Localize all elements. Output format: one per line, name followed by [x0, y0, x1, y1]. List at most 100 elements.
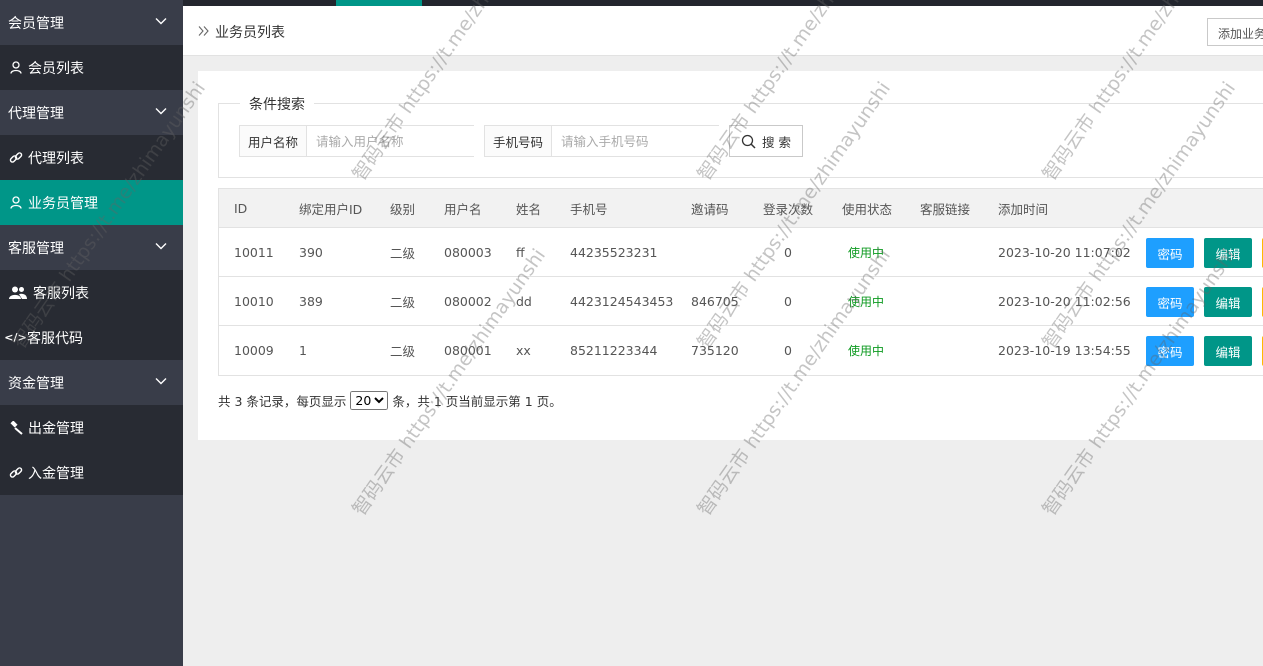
col-id: ID: [234, 200, 248, 216]
edit-button[interactable]: 编辑: [1204, 336, 1252, 366]
cell-phone: 4423124543453: [570, 293, 674, 309]
sidebar-group-label: 会员管理: [8, 15, 64, 32]
cell-name: xx: [516, 343, 531, 358]
cell-name: ff: [516, 244, 525, 260]
sidebar-item-label: 客服代码: [27, 330, 83, 347]
search-button-label: 搜 索: [762, 134, 791, 150]
link-icon: [8, 466, 24, 480]
chevron-down-icon: [155, 378, 167, 385]
col-created-at: 添加时间: [998, 201, 1049, 217]
phone-label: 手机号码: [485, 126, 553, 156]
cell-created-at: 2023-10-20 11:02:56: [998, 293, 1131, 309]
sidebar-group-label: 代理管理: [8, 105, 64, 122]
pager-suffix: 条，共 1 页当前显示第 1 页。: [392, 394, 562, 409]
password-button[interactable]: 密码: [1146, 336, 1194, 366]
cell-bound-user-id: 389: [299, 293, 323, 309]
table-row: 10010 389 二级 080002 dd 4423124543453 846…: [219, 277, 1263, 326]
cell-username: 080003: [444, 244, 492, 260]
sidebar-group-label: 资金管理: [8, 375, 64, 392]
sidebar-item-label: 代理列表: [28, 150, 84, 167]
cell-phone: 85211223344: [570, 343, 658, 358]
sidebar-item-label: 会员列表: [28, 60, 84, 77]
cell-phone: 44235523231: [570, 244, 658, 260]
status-badge: 使用中: [848, 344, 885, 358]
username-label: 用户名称: [240, 126, 308, 156]
col-bound-user-id: 绑定用户ID: [299, 201, 363, 217]
sidebar-item-withdrawal[interactable]: 出金管理: [0, 405, 183, 450]
cell-username: 080001: [444, 343, 492, 358]
cell-invite-code: 735120: [691, 343, 739, 358]
cell-created-at: 2023-10-20 11:07:02: [998, 244, 1131, 260]
status-badge: 使用中: [848, 245, 885, 260]
col-cs-link: 客服链接: [920, 201, 971, 217]
breadcrumb: 业务员列表: [215, 25, 285, 41]
password-button[interactable]: 密码: [1146, 238, 1194, 268]
username-input[interactable]: [307, 126, 475, 156]
add-salesman-button[interactable]: 添加业务员: [1207, 18, 1263, 46]
chevron-down-icon: [155, 243, 167, 250]
edit-button[interactable]: 编辑: [1204, 238, 1252, 268]
cell-id: 10011: [234, 244, 274, 260]
cell-id: 10009: [234, 343, 274, 358]
cell-login-count: 0: [784, 343, 792, 358]
chevron-down-icon: [155, 18, 167, 25]
pager-prefix: 共 3 条记录，每页显示: [218, 394, 347, 409]
search-button[interactable]: 搜 索: [729, 125, 803, 157]
sidebar-item-agent-list[interactable]: 代理列表: [0, 135, 183, 180]
edit-button[interactable]: 编辑: [1204, 287, 1252, 317]
sidebar-group-agent[interactable]: 代理管理: [0, 90, 183, 135]
col-login-count: 登录次数: [763, 201, 814, 217]
status-badge: 使用中: [848, 294, 885, 309]
page-header: 业务员列表 添加业务员: [183, 6, 1263, 56]
sidebar-item-cs-list[interactable]: 客服列表: [0, 270, 183, 315]
pagination-info: 共 3 条记录，每页显示 20 条，共 1 页当前显示第 1 页。: [218, 391, 562, 410]
link-icon: [8, 151, 24, 165]
salesman-table: ID 绑定用户ID 级别 用户名 姓名 手机号 邀请码 登录次数 使用状态 客服…: [218, 188, 1263, 376]
cell-invite-code: 846705: [691, 293, 739, 309]
cell-created-at: 2023-10-19 13:54:55: [998, 343, 1131, 358]
cell-level: 二级: [390, 245, 416, 261]
user-icon: [8, 61, 24, 75]
col-phone: 手机号: [570, 201, 608, 217]
gavel-icon: [8, 420, 24, 435]
sidebar-item-member-list[interactable]: 会员列表: [0, 45, 183, 90]
cell-id: 10010: [234, 293, 274, 309]
col-username: 用户名: [444, 201, 482, 217]
table-row: 10009 1 二级 080001 xx 85211223344 735120 …: [219, 326, 1263, 375]
sidebar-group-label: 客服管理: [8, 240, 64, 257]
username-field: 用户名称: [239, 125, 475, 157]
double-chevron-right-icon: [198, 26, 209, 36]
password-button[interactable]: 密码: [1146, 287, 1194, 317]
sidebar-item-label: 出金管理: [28, 420, 84, 437]
sidebar-item-deposit[interactable]: 入金管理: [0, 450, 183, 495]
col-name: 姓名: [516, 201, 542, 217]
search-icon: [741, 134, 756, 149]
user-icon: [8, 196, 24, 210]
col-status: 使用状态: [842, 201, 893, 217]
sidebar-group-customer-service[interactable]: 客服管理: [0, 225, 183, 270]
table-header: ID 绑定用户ID 级别 用户名 姓名 手机号 邀请码 登录次数 使用状态 客服…: [219, 189, 1263, 228]
search-legend: 条件搜索: [240, 94, 314, 114]
cell-username: 080002: [444, 293, 492, 309]
chevron-down-icon: [155, 108, 167, 115]
sidebar-item-cs-code[interactable]: </> 客服代码: [0, 315, 183, 360]
cell-login-count: 0: [784, 293, 792, 309]
sidebar-group-member[interactable]: 会员管理: [0, 0, 183, 45]
sidebar-item-label: 客服列表: [33, 285, 89, 302]
col-invite-code: 邀请码: [691, 201, 729, 217]
cell-level: 二级: [390, 344, 416, 359]
phone-field: 手机号码: [484, 125, 720, 157]
cell-name: dd: [516, 293, 532, 309]
table-row: 10011 390 二级 080003 ff 44235523231 0 使用中…: [219, 228, 1263, 277]
users-icon: [8, 286, 28, 300]
page-size-select[interactable]: 20: [350, 391, 389, 410]
sidebar-group-funds[interactable]: 资金管理: [0, 360, 183, 405]
sidebar-item-label: 业务员管理: [28, 195, 98, 212]
cell-level: 二级: [390, 294, 416, 310]
main-panel: 条件搜索 用户名称 手机号码 搜 索 ID 绑定用户ID 级别 用户名 姓名 手…: [198, 71, 1263, 440]
cell-login-count: 0: [784, 244, 792, 260]
col-level: 级别: [390, 201, 416, 217]
sidebar: 会员管理 会员列表 代理管理 代理列表 业务员管理 客服管理 客服列表 </> …: [0, 0, 183, 666]
phone-input[interactable]: [552, 126, 720, 156]
sidebar-item-salesman-management[interactable]: 业务员管理: [0, 180, 183, 225]
